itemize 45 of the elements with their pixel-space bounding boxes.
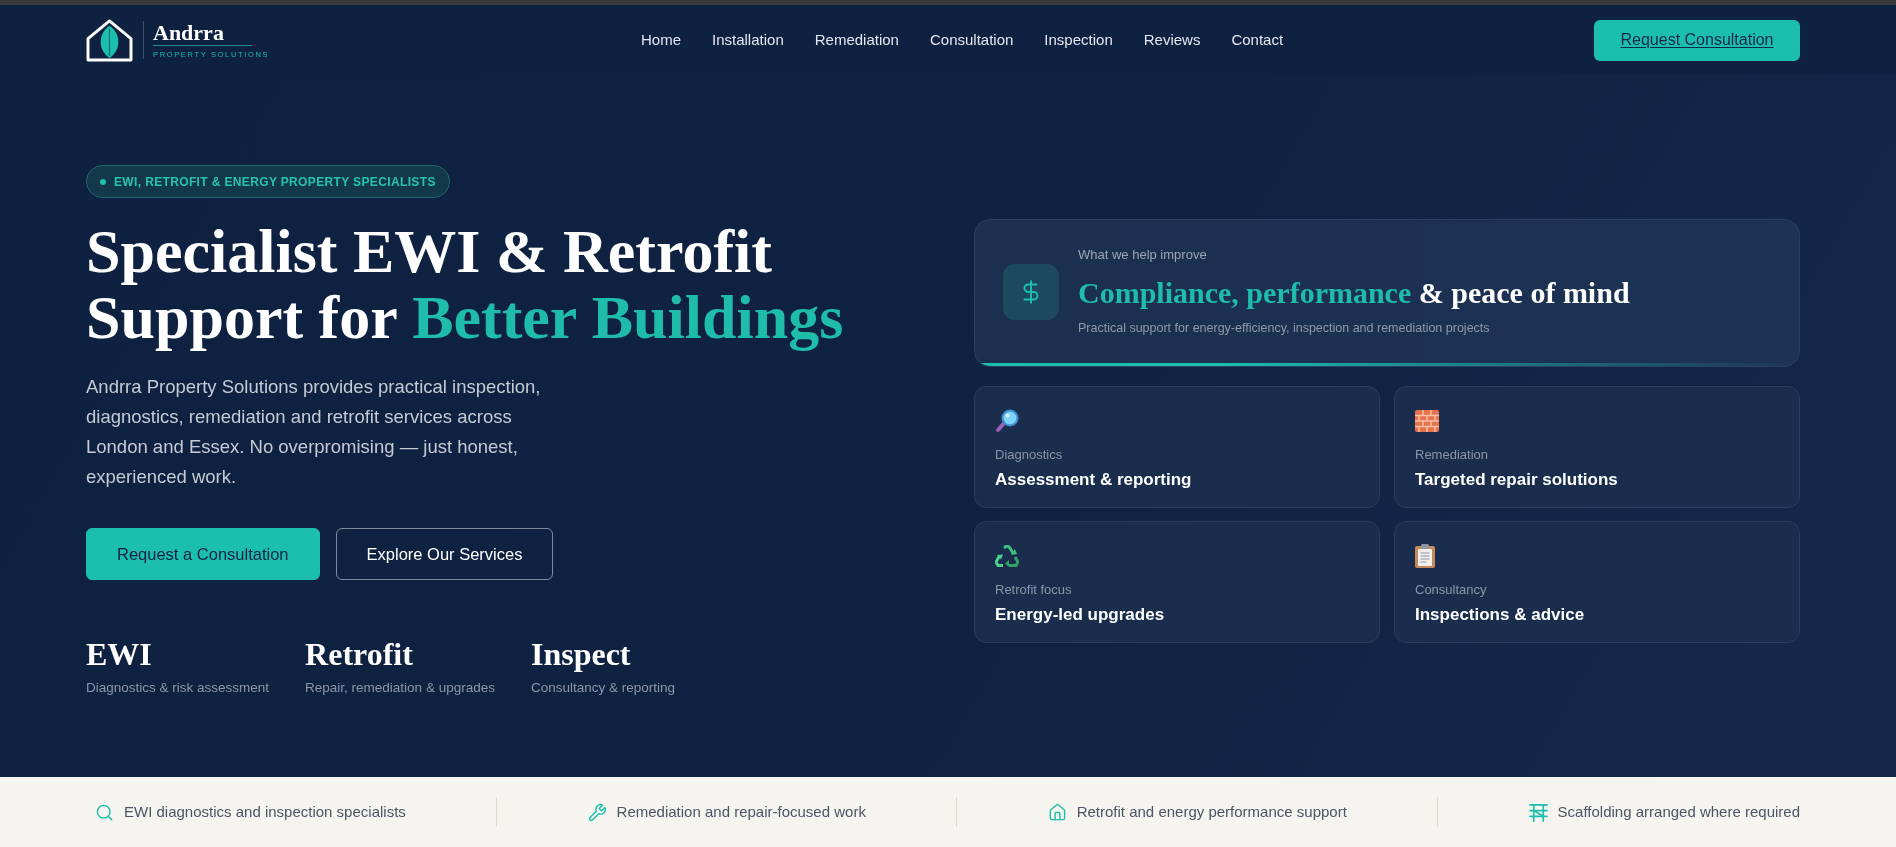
stat-caption: Diagnostics & risk assessment [86, 679, 270, 697]
scaffold-icon [1528, 802, 1548, 822]
clipboard-icon [1415, 544, 1435, 568]
consultation-button[interactable]: Request a Consultation [86, 528, 320, 580]
magnifier-icon [995, 409, 1019, 433]
brand-name: Andrra [153, 21, 252, 46]
services-button[interactable]: Explore Our Services [335, 528, 554, 580]
house-leaf-icon [86, 18, 133, 62]
card-label: Remediation [1415, 447, 1488, 463]
house-icon [1047, 802, 1067, 822]
hero-description: Andrra Property Solutions provides practical inspection, diagnostics, remediation and retrofit services across London and Essex. No overpromising — just honest, experienced work. [86, 375, 542, 489]
request-consultation-button[interactable]: Request Consultation [1594, 19, 1800, 61]
nav-link[interactable]: Home [641, 28, 681, 52]
feature-text: Scaffolding arranged where required [1557, 801, 1800, 822]
search-icon [95, 802, 114, 822]
focus-subtitle: Practical support for energy-efficiency, inspection and remediation projects [1078, 320, 1490, 336]
brick-wall-icon [1415, 410, 1439, 432]
stat-title: Retrofit [305, 635, 413, 673]
recycle-icon [995, 545, 1019, 567]
feature-text: EWI diagnostics and inspection specialists [124, 801, 406, 822]
card-title: Energy-led upgrades [995, 604, 1165, 626]
nav-link[interactable]: Inspection [1044, 28, 1113, 52]
card-title: Assessment & reporting [995, 469, 1192, 491]
nav-link[interactable]: Installation [712, 28, 784, 52]
wrench-icon [587, 802, 607, 822]
feature-text: Remediation and repair-focused work [616, 801, 866, 822]
nav-link[interactable]: Consultation [929, 28, 1014, 52]
card-title: Inspections & advice [1415, 604, 1585, 626]
feature-text: Retrofit and energy performance support [1076, 801, 1347, 822]
stat-title: Inspect [530, 635, 631, 673]
card-label: Consultancy [1415, 582, 1487, 598]
card-title: Targeted repair solutions [1415, 469, 1618, 491]
stat-caption: Repair, remediation & upgrades [305, 679, 495, 697]
nav-link[interactable]: Remediation [814, 28, 899, 52]
badge-text: EWI, RETROFIT & ENERGY PROPERTY SPECIALISTS [114, 173, 436, 191]
stat-title: EWI [86, 635, 152, 673]
card-label: Diagnostics [995, 447, 1063, 463]
nav-link[interactable]: Contact [1231, 28, 1284, 52]
nav-link[interactable]: Reviews [1143, 28, 1201, 52]
stat-caption: Consultancy & reporting [530, 679, 675, 697]
card-label: Retrofit focus [995, 582, 1072, 598]
hero-heading: Specialist EWI & Retrofit Support for Better Buildings [86, 218, 845, 350]
dollar-icon [1003, 263, 1059, 320]
focus-heading: Compliance, performance & peace of mind [1078, 275, 1630, 311]
focus-eyebrow: What we help improve [1078, 247, 1207, 263]
